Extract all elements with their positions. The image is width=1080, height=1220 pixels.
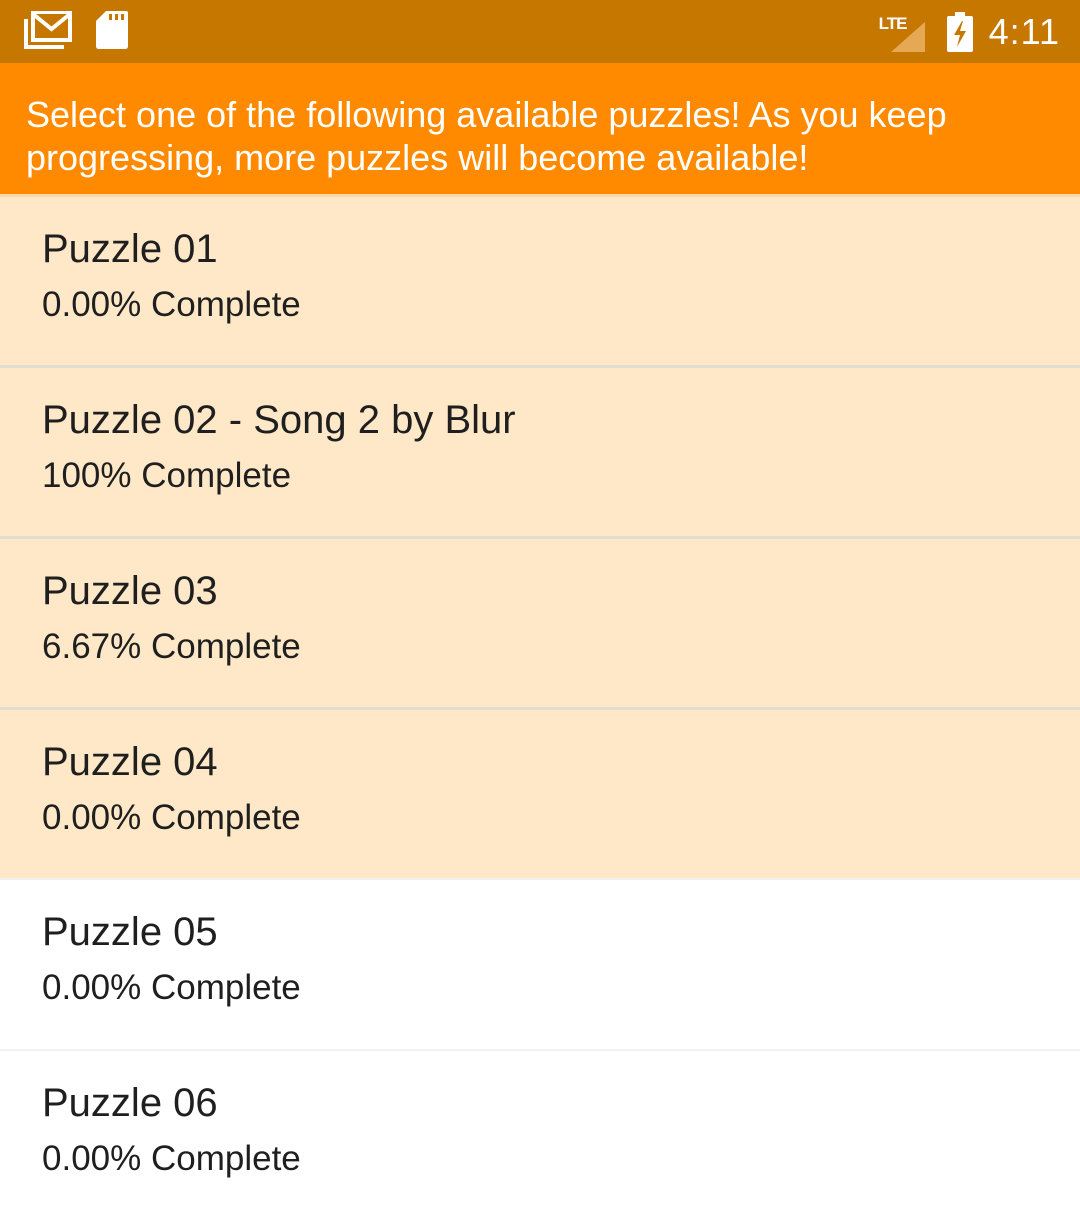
puzzle-item-01[interactable]: Puzzle 01 0.00% Complete [0, 194, 1080, 365]
puzzle-progress: 6.67% Complete [42, 627, 301, 666]
gmail-icon [24, 9, 72, 54]
clock: 4:11 [988, 10, 1060, 52]
instructions-text: Select one of the following available pu… [26, 94, 947, 178]
battery-charging-icon [946, 11, 973, 52]
puzzle-progress: 0.00% Complete [42, 285, 301, 324]
instructions-banner: Select one of the following available pu… [0, 63, 1080, 194]
puzzle-title: Puzzle 06 [42, 1081, 218, 1125]
puzzle-title: Puzzle 04 [42, 740, 218, 784]
puzzle-list: Puzzle 01 0.00% Complete Puzzle 02 - Son… [0, 194, 1080, 1220]
puzzle-item-04[interactable]: Puzzle 04 0.00% Complete [0, 707, 1080, 878]
puzzle-progress: 0.00% Complete [42, 1139, 301, 1178]
puzzle-progress: 0.00% Complete [42, 798, 301, 837]
notification-icons [24, 9, 128, 54]
puzzle-item-02[interactable]: Puzzle 02 - Song 2 by Blur 100% Complete [0, 365, 1080, 536]
puzzle-title: Puzzle 05 [42, 910, 218, 954]
puzzle-progress: 100% Complete [42, 456, 292, 495]
signal-icon: LTE [877, 12, 929, 52]
puzzle-progress: 0.00% Complete [42, 968, 301, 1007]
network-type-label: LTE [878, 13, 908, 33]
puzzle-item-06[interactable]: Puzzle 06 0.00% Complete [0, 1049, 1080, 1220]
puzzle-title: Puzzle 02 - Song 2 by Blur [42, 398, 516, 442]
puzzle-item-03[interactable]: Puzzle 03 6.67% Complete [0, 536, 1080, 707]
puzzle-title: Puzzle 03 [42, 569, 218, 613]
system-status: LTE 4:11 [877, 0, 1060, 63]
puzzle-title: Puzzle 01 [42, 227, 218, 271]
puzzle-item-05[interactable]: Puzzle 05 0.00% Complete [0, 878, 1080, 1049]
sd-card-icon [96, 10, 128, 54]
status-bar: LTE 4:11 [0, 0, 1080, 63]
